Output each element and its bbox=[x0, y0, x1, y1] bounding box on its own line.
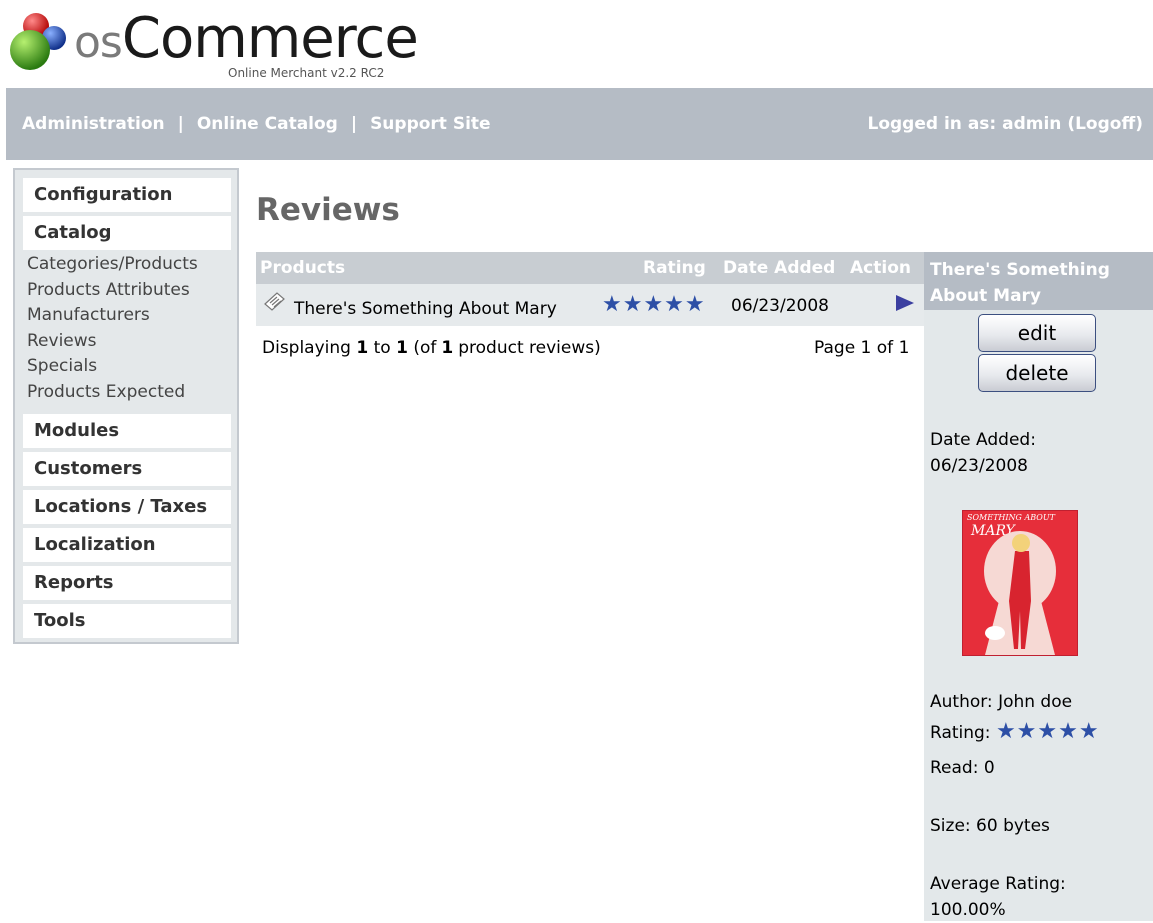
page-title: Reviews bbox=[256, 192, 400, 228]
rating-label: Rating: bbox=[930, 723, 991, 743]
submenu-manufacturers[interactable]: Manufacturers bbox=[27, 303, 198, 329]
preview-icon[interactable] bbox=[262, 290, 288, 312]
edit-button[interactable]: edit bbox=[978, 314, 1096, 352]
review-author: Author: John doe bbox=[930, 692, 1073, 712]
rating-stars-icon: ★★★★★ bbox=[995, 719, 1100, 744]
oscommerce-logo: osCommerce Online Merchant v2.2 RC2 bbox=[6, 6, 446, 84]
nav-support-site-link[interactable]: Support Site bbox=[370, 114, 491, 134]
logged-in-status: Logged in as: admin (Logoff) bbox=[868, 114, 1144, 134]
sidebar-item-modules[interactable]: Modules bbox=[23, 414, 231, 448]
info-panel-title: There's Something About Mary bbox=[924, 252, 1153, 310]
arrow-right-icon[interactable] bbox=[894, 293, 916, 313]
submenu-categories-products[interactable]: Categories/Products bbox=[27, 252, 198, 278]
displaying-to: 1 bbox=[396, 338, 408, 358]
submenu-products-expected[interactable]: Products Expected bbox=[27, 380, 198, 406]
logo-subtitle: Online Merchant v2.2 RC2 bbox=[228, 66, 385, 80]
logo-balls-icon bbox=[10, 13, 66, 70]
nav-separator: | bbox=[177, 114, 184, 134]
nav-online-catalog-link[interactable]: Online Catalog bbox=[197, 114, 338, 134]
sidebar-item-tools[interactable]: Tools bbox=[23, 604, 231, 638]
nav-administration-link[interactable]: Administration bbox=[22, 114, 165, 134]
displaying-suffix: product reviews) bbox=[458, 338, 601, 358]
logo-commerce: Commerce bbox=[121, 6, 419, 71]
displaying-label: Displaying bbox=[262, 338, 351, 358]
sidebar-item-customers[interactable]: Customers bbox=[23, 452, 231, 486]
displaying-total: 1 bbox=[441, 338, 454, 358]
read-count: Read: 0 bbox=[930, 758, 995, 778]
nav-separator: | bbox=[350, 114, 358, 134]
average-rating-value: 100.00% bbox=[930, 900, 1006, 920]
review-rating: Rating: ★★★★★ bbox=[930, 720, 1100, 746]
col-header-rating: Rating bbox=[643, 258, 706, 278]
product-name: There's Something About Mary bbox=[294, 299, 557, 319]
submenu-reviews[interactable]: Reviews bbox=[27, 329, 198, 355]
date-added-value: 06/23/2008 bbox=[930, 456, 1028, 476]
table-header: Products Rating Date Added Action bbox=[256, 252, 924, 284]
average-rating-label: Average Rating: bbox=[930, 874, 1066, 894]
col-header-products: Products bbox=[260, 258, 346, 278]
review-info-panel: There's Something About Mary edit delete… bbox=[924, 252, 1153, 921]
product-image: SOMETHING ABOUT MARY bbox=[962, 510, 1078, 656]
top-nav-links: Administration | Online Catalog | Support Si… bbox=[22, 114, 491, 134]
displaying-from: 1 bbox=[356, 338, 369, 358]
sidebar-item-configuration[interactable]: Configuration bbox=[23, 178, 231, 212]
displaying-to-word: to bbox=[373, 338, 391, 358]
logoff-link[interactable]: Logged in as: admin (Logoff) bbox=[868, 114, 1144, 134]
sidebar-item-catalog[interactable]: Catalog bbox=[23, 216, 231, 250]
sidebar-item-locations-taxes[interactable]: Locations / Taxes bbox=[23, 490, 231, 524]
top-nav-bar: Administration | Online Catalog | Support Si… bbox=[6, 88, 1153, 160]
poster-art bbox=[984, 531, 1056, 655]
admin-sidebar: Configuration Catalog Categories/Product… bbox=[13, 168, 239, 644]
logo-os: os bbox=[74, 17, 123, 68]
sidebar-item-reports[interactable]: Reports bbox=[23, 566, 231, 600]
date-added-label: Date Added: bbox=[930, 430, 1036, 450]
catalog-submenu: Categories/Products Products Attributes … bbox=[27, 252, 198, 405]
submenu-products-attributes[interactable]: Products Attributes bbox=[27, 278, 198, 304]
delete-button[interactable]: delete bbox=[978, 354, 1096, 392]
date-added: 06/23/2008 bbox=[731, 296, 829, 316]
table-row[interactable]: There's Something About Mary ★★★★★ 06/23… bbox=[256, 284, 924, 326]
submenu-specials[interactable]: Specials bbox=[27, 354, 198, 380]
page-indicator: Page 1 of 1 bbox=[814, 338, 910, 358]
col-header-action: Action bbox=[850, 258, 911, 278]
sidebar-item-localization[interactable]: Localization bbox=[23, 528, 231, 562]
col-header-date-added: Date Added bbox=[723, 258, 836, 278]
displaying-of: (of bbox=[413, 338, 437, 358]
displaying-count: Displaying 1 to 1 (of 1 product reviews) bbox=[262, 338, 601, 358]
rating-stars-icon: ★★★★★ bbox=[602, 292, 706, 317]
review-size: Size: 60 bytes bbox=[930, 816, 1050, 836]
